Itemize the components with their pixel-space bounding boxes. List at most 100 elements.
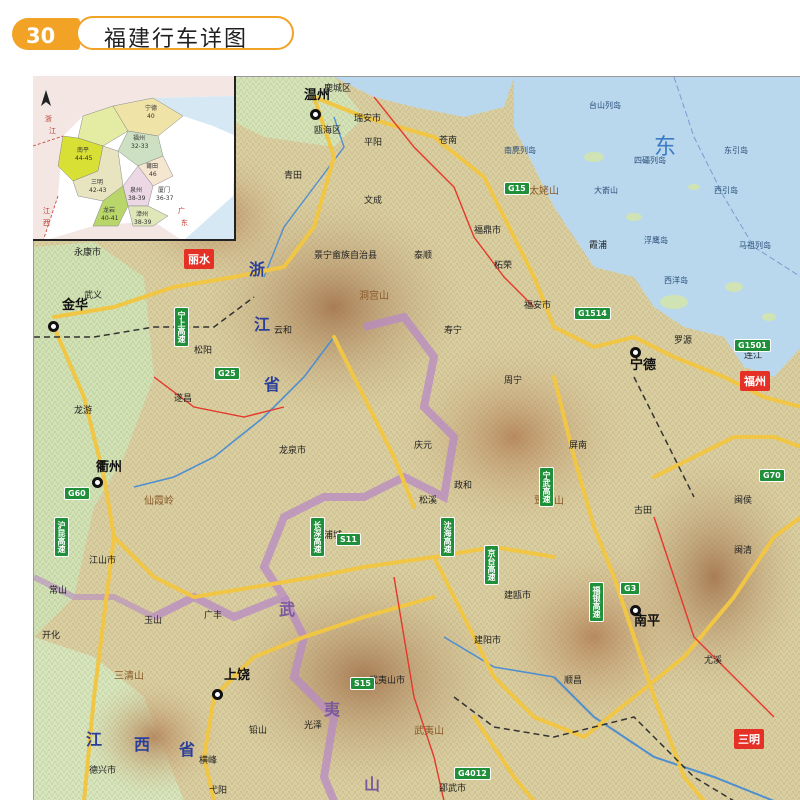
expressway-shield: G1501: [734, 339, 771, 352]
county-label: 横峰: [199, 756, 218, 766]
inset-region-name: 厦门: [158, 187, 171, 194]
island-label: 西引岛: [714, 186, 738, 195]
county-label: 屏南: [569, 441, 588, 451]
inset-neighbor-label: 东: [181, 219, 188, 227]
county-label: 弋阳: [209, 786, 228, 796]
county-label: 松溪: [419, 496, 438, 506]
island-shape: [626, 213, 642, 221]
county-label: 政和: [454, 481, 473, 491]
inset-neighbor-label: 浙: [45, 115, 52, 123]
county-label: 鹿城区: [324, 84, 352, 94]
province-label-jiang-xi-1: 江: [86, 730, 113, 749]
county-label: 光泽: [304, 721, 323, 731]
county-label: 江山市: [89, 556, 117, 566]
county-label: 平阳: [364, 138, 383, 148]
city-sanming[interactable]: 三明: [734, 729, 764, 749]
city-lishui[interactable]: 丽水: [184, 249, 214, 269]
inset-region-name: 宁德: [145, 105, 158, 112]
county-label: 周宁: [504, 376, 523, 386]
city-marker-quzhou: [92, 477, 103, 488]
locator-inset-map[interactable]: 浙 江 江 西 广 东 南平 44-45 宁德 40 福州 32-33 三明 4…: [33, 76, 236, 241]
expressway-shield: S15: [350, 677, 375, 690]
county-label: 建阳市: [474, 636, 502, 646]
city-marker-shangrao: [212, 689, 223, 700]
expressway-shield: G70: [759, 469, 785, 482]
city-marker-wenzhou: [310, 109, 321, 120]
city-ningde[interactable]: 宁德: [630, 359, 656, 372]
county-label: 开化: [42, 631, 61, 641]
county-label: 遂昌: [174, 394, 193, 404]
county-label: 建瓯市: [504, 591, 532, 601]
city-fuzhou[interactable]: 福州: [740, 371, 770, 391]
island-label: 东引岛: [724, 146, 748, 155]
inset-region-pages: 38-39: [128, 195, 146, 202]
mountain-range-shan: 山: [364, 775, 391, 794]
county-label: 闽侯: [734, 496, 753, 506]
island-label: 四礵列岛: [634, 156, 666, 165]
county-label: 古田: [634, 506, 653, 516]
province-label-sheng: 省: [264, 375, 291, 394]
inset-region-name: 泉州: [130, 187, 143, 194]
county-label: 松阳: [194, 346, 213, 356]
inset-neighbor-label: 西: [43, 219, 50, 227]
title-pill: 福建行车详图: [76, 16, 294, 52]
expressway-name-tag: 宁上高速: [174, 307, 189, 347]
island-shape: [688, 184, 700, 190]
county-label: 邵武市: [439, 784, 467, 794]
county-label: 霞浦: [589, 241, 608, 251]
expressway-shield: G4012: [454, 767, 491, 780]
island-label: 大嵛山: [594, 186, 618, 195]
inset-region-name: 福州: [133, 135, 146, 142]
page-header: 30 福建行车详图: [0, 0, 800, 66]
county-label: 福鼎市: [474, 226, 502, 236]
inset-region-pages: 42-43: [89, 187, 107, 194]
mountain-label: 仙霞岭: [144, 496, 174, 507]
inset-region-name: 南平: [77, 147, 90, 154]
inset-neighbor-label: 江: [43, 207, 50, 215]
county-label: 柘荣: [494, 261, 513, 271]
expressway-shield: G3: [620, 582, 641, 595]
inset-region-pages: 40-41: [101, 215, 119, 222]
island-shape: [660, 295, 688, 309]
province-label-jiang-xi-2: 西: [134, 735, 161, 754]
island-label: 浮鹰岛: [644, 236, 668, 245]
inset-neighbor-label: 广: [178, 207, 185, 215]
mountain-label: 洞宫山: [359, 291, 389, 302]
expressway-shield: G15: [504, 182, 530, 195]
city-quzhou[interactable]: 衢州: [96, 461, 122, 474]
county-label: 庆元: [414, 441, 433, 451]
mountain-label: 武夷山: [414, 726, 444, 737]
expressway-shield: S11: [336, 533, 361, 546]
inset-region-pages: 36-37: [156, 195, 174, 202]
city-marker-ningde: [630, 347, 641, 358]
county-label: 常山: [49, 586, 68, 596]
mountain-range-wu: 武: [279, 600, 306, 619]
expressway-shield: G25: [214, 367, 240, 380]
county-label: 福安市: [524, 301, 552, 311]
county-label: 云和: [274, 326, 293, 336]
expressway-shield: G60: [64, 487, 90, 500]
county-label: 玉山: [144, 616, 163, 626]
expressway-name-tag: 长深高速: [310, 517, 325, 557]
county-label: 连江: [744, 351, 763, 361]
expressway-name-tag: 福银高速: [589, 582, 604, 622]
page-number-tab: 30: [12, 18, 80, 50]
island-label: 南麂列岛: [504, 146, 536, 155]
county-label: 瑞安市: [354, 114, 382, 124]
expressway-shield: G1514: [574, 307, 611, 320]
island-label: 台山列岛: [589, 101, 621, 110]
city-shangrao[interactable]: 上饶: [224, 669, 250, 682]
mountain-label: 三清山: [114, 671, 144, 682]
inset-region-name: 莆田: [146, 163, 159, 170]
island-shape: [725, 282, 743, 292]
island-shape: [762, 313, 776, 321]
inset-region-pages: 40: [147, 113, 155, 120]
island-label: 马祖列岛: [739, 241, 771, 250]
inset-region-name: 三明: [91, 179, 104, 186]
county-label: 罗源: [674, 336, 693, 346]
county-label: 永康市: [74, 248, 102, 258]
county-label: 广丰: [204, 611, 223, 621]
county-label: 尤溪: [704, 656, 723, 666]
city-nanping[interactable]: 南平: [634, 615, 660, 628]
county-label: 闽清: [734, 546, 753, 556]
